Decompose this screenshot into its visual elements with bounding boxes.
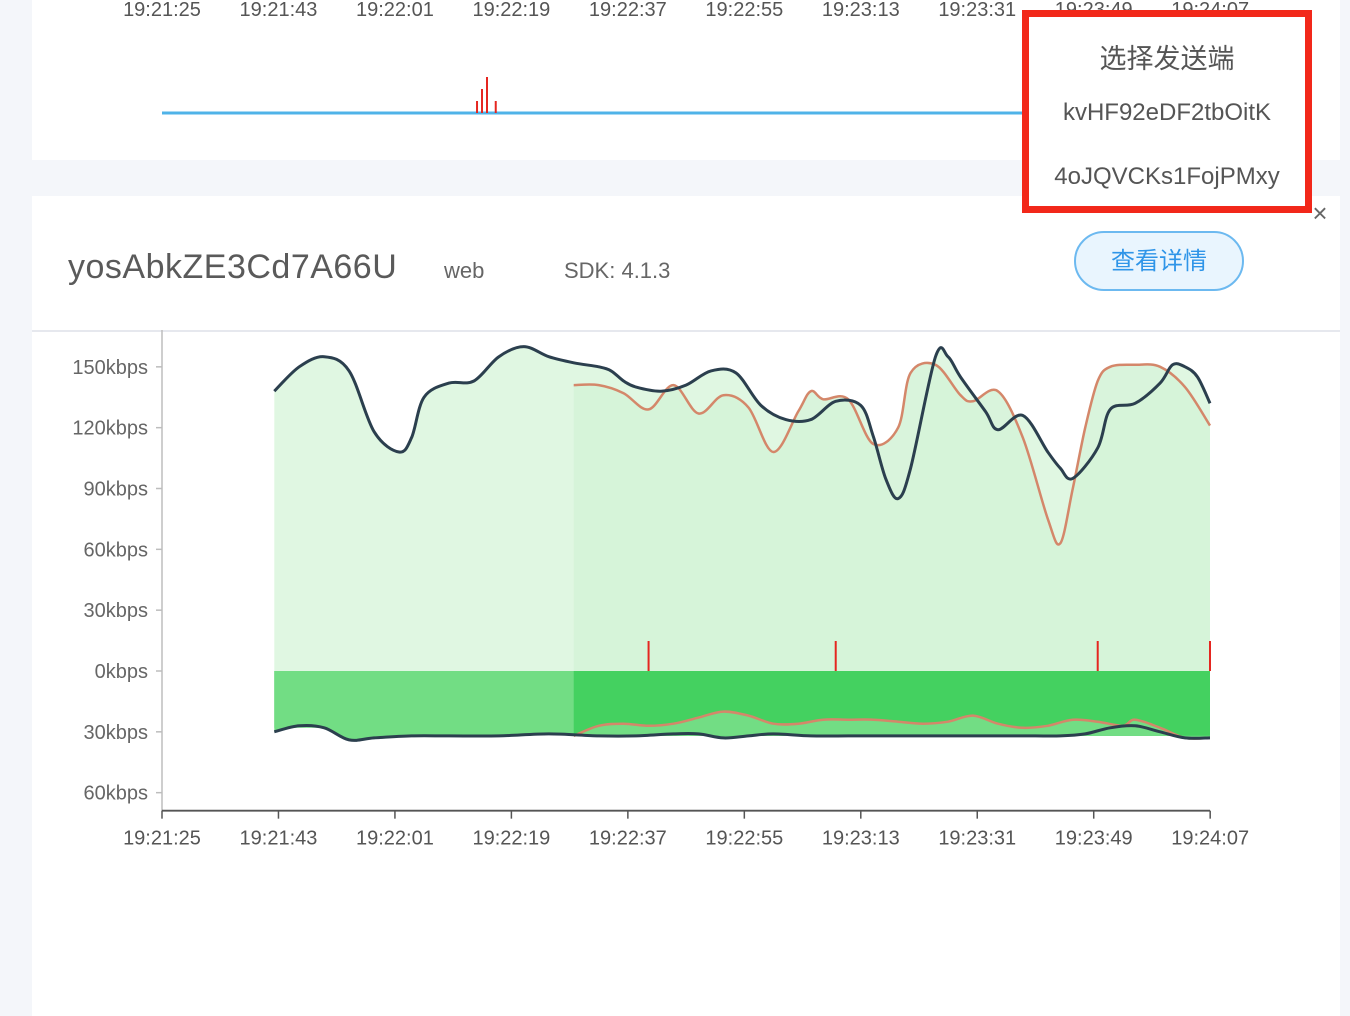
sender-select-dropdown: 选择发送端 kvHF92eDF2tbOitK 4oJQVCKs1FojPMxy [1022, 10, 1312, 213]
y-tick-label: 30kbps [84, 600, 149, 622]
dropdown-title: 选择发送端 [1099, 44, 1235, 74]
y-tick-label: 60kbps [84, 539, 149, 561]
top-time-tick-label: 19:23:31 [938, 0, 1016, 21]
user-id: yosAbkZE3Cd7A66U [68, 248, 398, 286]
x-tick-label: 19:21:43 [240, 828, 318, 850]
x-tick-label: 19:23:13 [822, 828, 900, 850]
x-tick-label: 19:24:07 [1171, 828, 1249, 850]
top-time-tick-label: 19:22:37 [589, 0, 667, 21]
top-time-tick-label: 19:22:55 [705, 0, 783, 21]
x-tick-label: 19:23:31 [938, 828, 1016, 850]
y-tick-label: 0kbps [95, 661, 148, 683]
platform-label: web [444, 258, 485, 283]
x-tick-label: 19:21:25 [123, 828, 201, 850]
close-icon[interactable]: × [1308, 200, 1332, 226]
bitrate-chart: 180kbps150kbps120kbps90kbps60kbps30kbps0… [72, 330, 1249, 850]
top-time-tick-label: 19:22:01 [356, 0, 434, 21]
y-tick-label: 90kbps [84, 479, 149, 501]
top-time-tick-label: 19:23:13 [822, 0, 900, 21]
dropdown-option[interactable]: 4oJQVCKs1FojPMxy [1029, 163, 1305, 191]
x-tick-label: 19:22:55 [705, 828, 783, 850]
stream-header: yosAbkZE3Cd7A66U web SDK: 4.1.3 查看详情 [32, 196, 1340, 332]
stream-card: yosAbkZE3Cd7A66U web SDK: 4.1.3 查看详情 180… [32, 196, 1340, 1016]
sdk-version: SDK: 4.1.3 [564, 258, 671, 283]
y-tick-label: 60kbps [84, 783, 149, 805]
y-tick-label: 30kbps [84, 722, 149, 744]
x-tick-label: 19:22:37 [589, 828, 667, 850]
top-time-tick-label: 19:22:19 [472, 0, 550, 21]
x-tick-label: 19:23:49 [1055, 828, 1133, 850]
dropdown-option[interactable]: kvHF92eDF2tbOitK [1029, 99, 1305, 127]
x-tick-label: 19:22:19 [472, 828, 550, 850]
y-tick-label: 150kbps [72, 357, 148, 379]
view-details-button[interactable]: 查看详情 [1074, 231, 1244, 291]
x-tick-label: 19:22:01 [356, 828, 434, 850]
top-time-tick-label: 19:21:25 [123, 0, 201, 21]
top-time-tick-label: 19:21:43 [240, 0, 318, 21]
upper-area-fill-2 [573, 362, 1210, 671]
y-tick-label: 120kbps [72, 418, 148, 440]
